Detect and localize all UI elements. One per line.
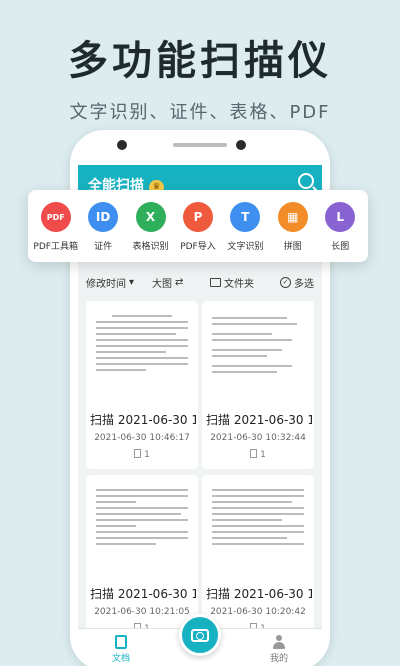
tool-long-image[interactable]: L 长图 [317, 202, 363, 262]
document-thumbnail [92, 307, 192, 405]
front-camera-icon [117, 140, 127, 150]
sensor-dot [236, 140, 246, 150]
promo-subtitle: 文字识别、证件、表格、PDF [69, 102, 331, 123]
page-icon [250, 449, 258, 458]
sort-dropdown[interactable]: 修改时间 ▾ [86, 275, 134, 290]
document-date: 2021-06-30 10:32:44 [210, 433, 306, 443]
folder-icon [210, 277, 221, 287]
tool-label: PDF工具箱 [33, 242, 78, 252]
speaker-grille [173, 143, 227, 147]
multi-select-button[interactable]: ✓ 多选 [280, 275, 314, 290]
document-title: 扫描 2021-06-30 10:2... [90, 587, 196, 601]
page-count: 1 [202, 449, 314, 460]
user-icon [272, 635, 285, 649]
page-icon [134, 449, 142, 458]
document-thumbnail [208, 481, 308, 579]
page-count-value: 1 [260, 450, 266, 460]
document-title: 扫描 2021-06-30 10:2... [206, 587, 312, 601]
tool-text-recognition[interactable]: T 文字识别 [222, 202, 268, 262]
document-title: 扫描 2021-06-30 10:4... [90, 413, 196, 427]
nav-mine-tab[interactable]: 我的 [270, 635, 288, 664]
document-card[interactable]: 扫描 2021-06-30 10:4... 2021-06-30 10:46:1… [86, 301, 198, 469]
filter-bar: 修改时间 ▾ 大图 ⇄ 文件夹 ✓ 多选 [78, 267, 322, 297]
tool-table-recognition[interactable]: X 表格识别 [128, 202, 174, 262]
document-date: 2021-06-30 10:46:17 [94, 433, 190, 443]
feature-toolbar: PDF PDF工具箱 ID 证件 X 表格识别 P PDF导入 T 文字识别 ▦… [28, 190, 368, 262]
tool-collage[interactable]: ▦ 拼图 [270, 202, 316, 262]
tool-label: 拼图 [283, 242, 302, 252]
view-toggle[interactable]: 大图 ⇄ [152, 275, 183, 290]
tool-pdf-toolbox[interactable]: PDF PDF工具箱 [33, 202, 79, 262]
document-title: 扫描 2021-06-30 10:2... [206, 413, 312, 427]
camera-icon [191, 628, 209, 642]
tool-pdf-import[interactable]: P PDF导入 [175, 202, 221, 262]
check-circle-icon: ✓ [280, 276, 291, 288]
document-icon [115, 635, 127, 649]
page-count: 1 [86, 449, 198, 460]
promo-title: 多功能扫描仪 [68, 38, 332, 84]
nav-documents-tab[interactable]: 文档 [112, 635, 130, 664]
nav-mine-label: 我的 [269, 654, 288, 664]
swap-icon: ⇄ [175, 276, 184, 288]
collage-icon: ▦ [277, 202, 308, 232]
tool-label: 表格识别 [132, 242, 169, 252]
pdf-import-icon: P [182, 202, 213, 232]
tool-id-card[interactable]: ID 证件 [80, 202, 126, 262]
document-thumbnail [92, 481, 192, 579]
document-thumbnail [208, 307, 308, 405]
document-card[interactable]: 扫描 2021-06-30 10:2... 2021-06-30 10:20:4… [202, 475, 314, 643]
text-recognition-icon: T [230, 202, 261, 232]
document-card[interactable]: 扫描 2021-06-30 10:2... 2021-06-30 10:32:4… [202, 301, 314, 469]
sort-label: 修改时间 [86, 278, 126, 290]
tool-label: PDF导入 [180, 242, 216, 252]
page-count-value: 1 [144, 450, 150, 460]
multi-select-label: 多选 [294, 278, 314, 290]
tool-label: 长图 [331, 242, 350, 252]
nav-documents-label: 文档 [112, 654, 131, 664]
folder-label: 文件夹 [224, 278, 254, 290]
pdf-toolbox-icon: PDF [40, 202, 71, 232]
folder-button[interactable]: 文件夹 [210, 275, 254, 290]
document-date: 2021-06-30 10:21:05 [94, 607, 190, 617]
id-card-icon: ID [88, 202, 119, 232]
document-card[interactable]: 扫描 2021-06-30 10:2... 2021-06-30 10:21:0… [86, 475, 198, 643]
tool-label: 证件 [94, 242, 113, 252]
view-label: 大图 [152, 278, 172, 290]
tool-label: 文字识别 [227, 242, 264, 252]
excel-icon: X [135, 202, 166, 232]
long-image-icon: L [325, 202, 356, 232]
camera-scan-button[interactable] [179, 614, 221, 656]
search-icon[interactable] [298, 173, 314, 189]
caret-down-icon: ▾ [129, 276, 135, 288]
document-date: 2021-06-30 10:20:42 [210, 607, 306, 617]
